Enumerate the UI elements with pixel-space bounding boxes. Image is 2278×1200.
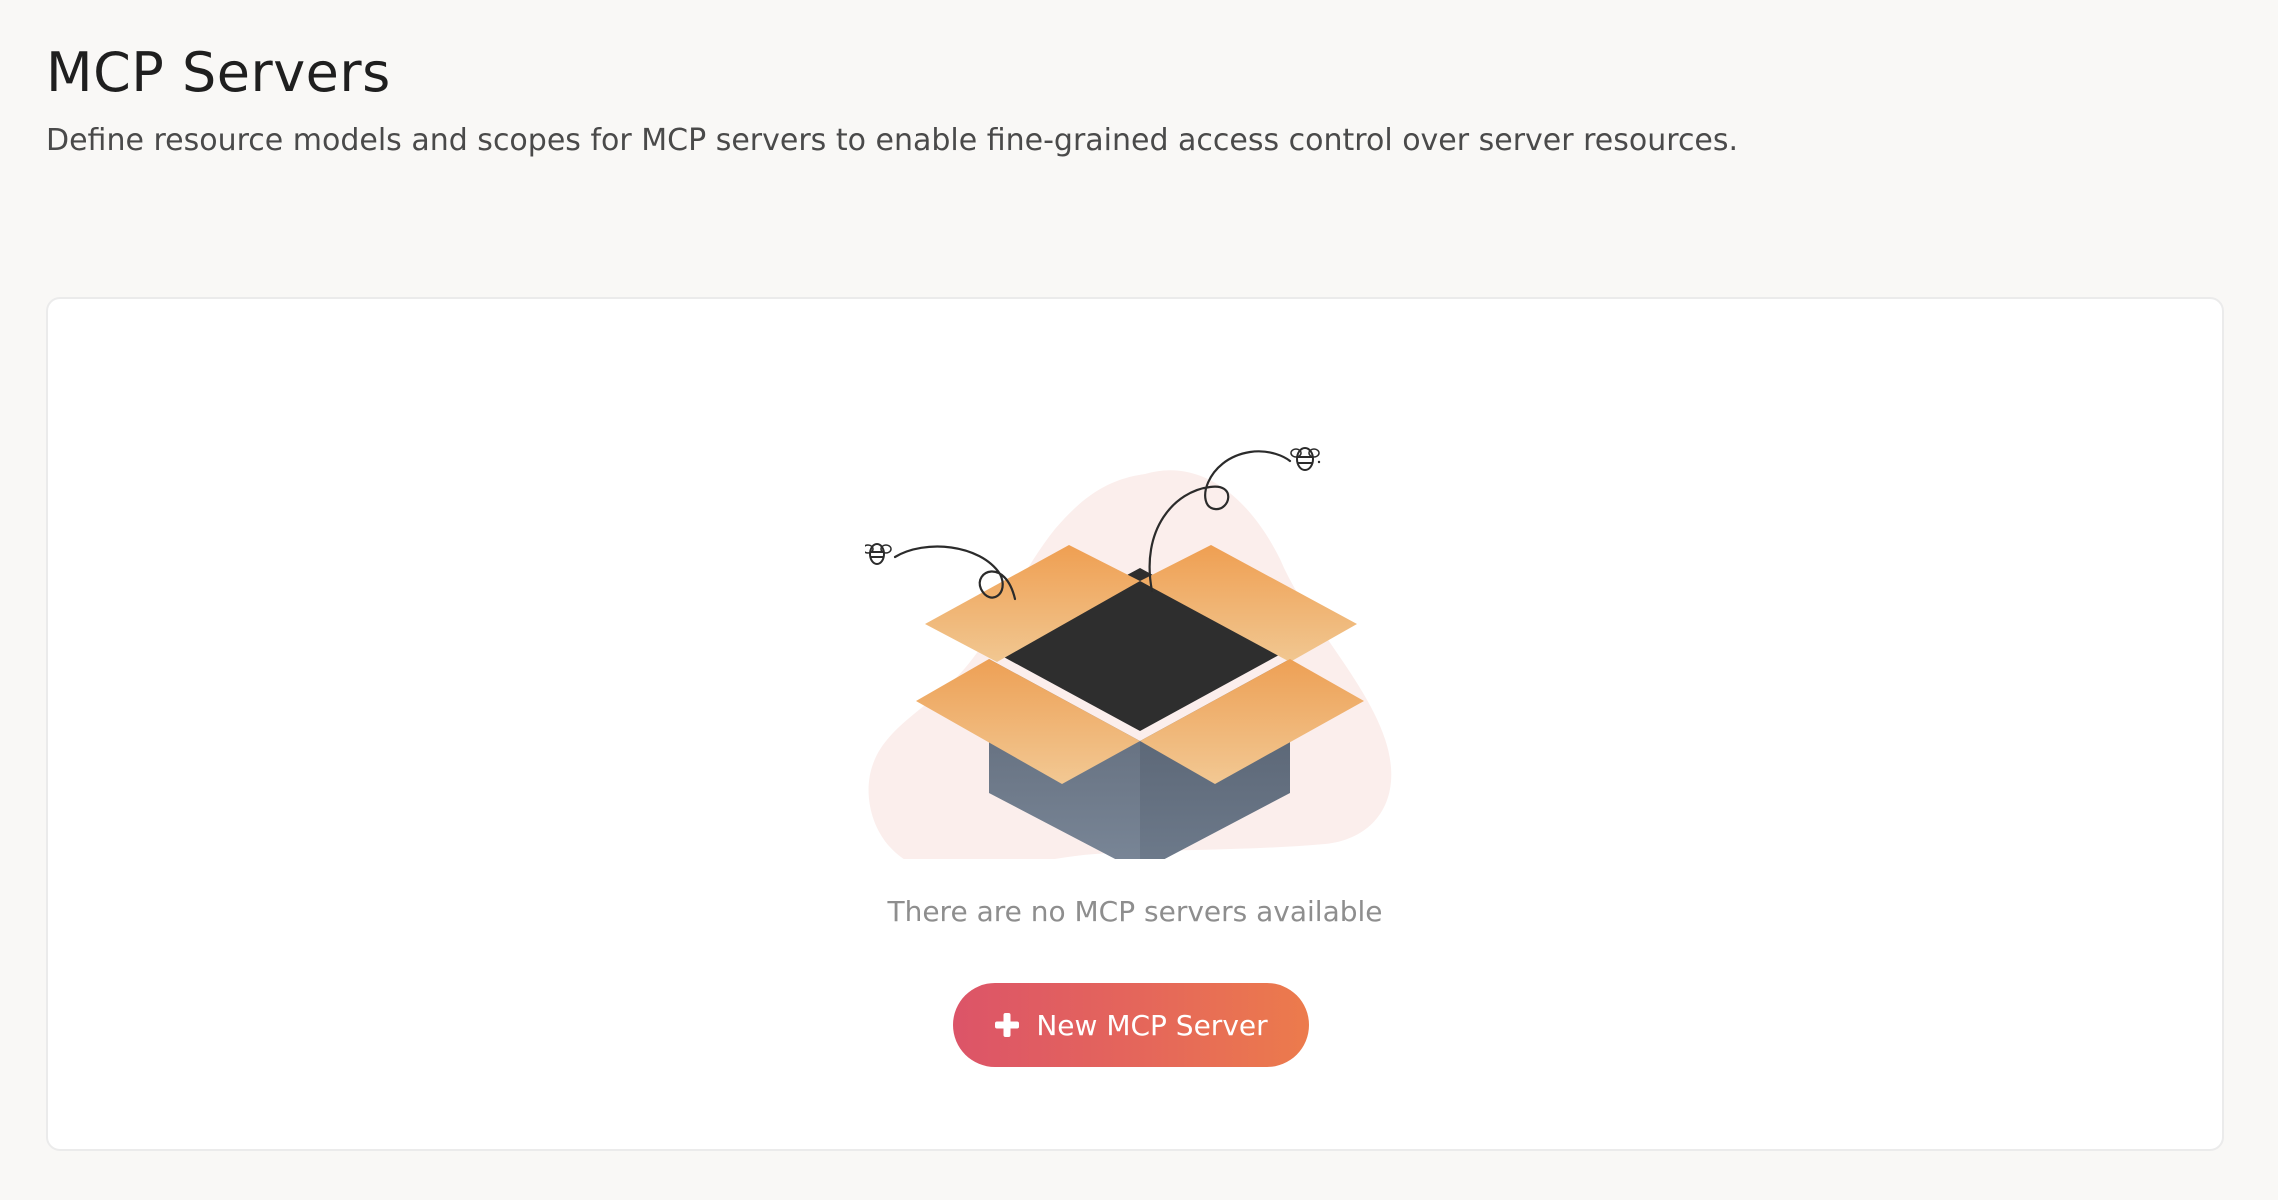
empty-state-card: There are no MCP servers available New M…	[46, 297, 2224, 1151]
page-subtitle: Define resource models and scopes for MC…	[46, 123, 1739, 158]
new-mcp-server-button[interactable]: New MCP Server	[953, 983, 1309, 1067]
new-mcp-server-button-label: New MCP Server	[1036, 1008, 1268, 1042]
bee-left-icon	[865, 543, 892, 565]
mcp-servers-page: MCP Servers Define resource models and s…	[0, 0, 2278, 1200]
page-title: MCP Servers	[46, 41, 391, 104]
plus-icon	[995, 1013, 1020, 1037]
open-box-with-bees-icon	[865, 447, 1392, 859]
empty-state-message: There are no MCP servers available	[887, 895, 1383, 928]
bee-right-icon	[1290, 447, 1321, 471]
